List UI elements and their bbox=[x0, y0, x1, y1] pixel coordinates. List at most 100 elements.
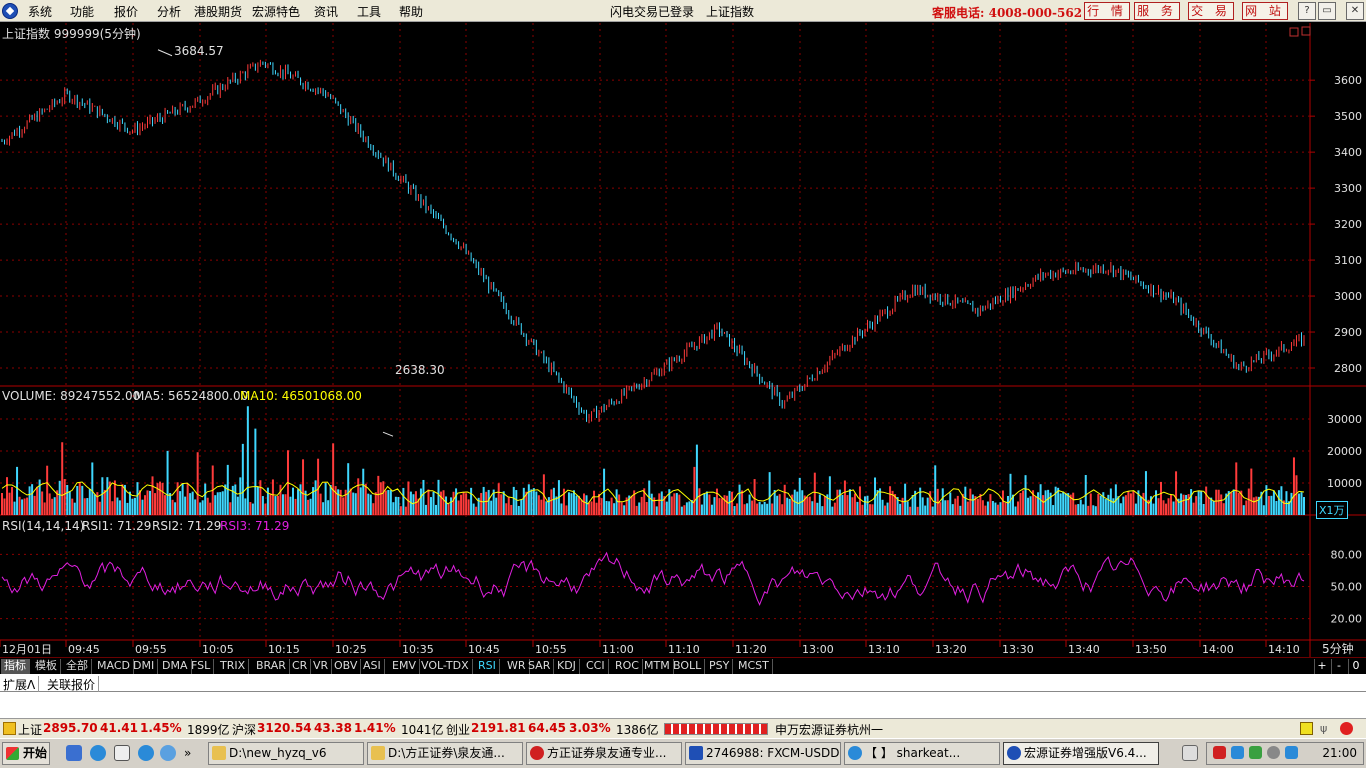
menu-help[interactable]: 帮助 bbox=[399, 3, 423, 20]
keyboard-icon[interactable] bbox=[1182, 745, 1198, 761]
task-label: 宏源证券增强版V6.4... bbox=[1024, 746, 1147, 760]
indicator-tab-18[interactable]: KDJ bbox=[554, 659, 580, 674]
tab-control-1[interactable]: - bbox=[1331, 659, 1346, 674]
indicator-tab-4[interactable]: DMI bbox=[130, 659, 159, 674]
low-label: 2638.30 bbox=[395, 363, 445, 377]
chevron-right-icon[interactable]: » bbox=[184, 745, 200, 761]
sh-amount: 1899亿 bbox=[187, 723, 230, 737]
rsi-title: RSI(14,14,14) bbox=[2, 519, 85, 533]
messenger-icon[interactable] bbox=[160, 745, 176, 761]
indicator-tab-10[interactable]: VR bbox=[310, 659, 333, 674]
z-app-icon bbox=[689, 746, 703, 760]
menu-analysis[interactable]: 分析 bbox=[157, 3, 181, 20]
quote-button[interactable]: 行 情 bbox=[1084, 2, 1130, 20]
clock: 21:00 bbox=[1322, 746, 1357, 760]
cy-pct: 3.03% bbox=[569, 721, 611, 735]
indicator-tab-12[interactable]: ASI bbox=[360, 659, 385, 674]
indicator-tab-23[interactable]: PSY bbox=[706, 659, 734, 674]
sh-label: 上证 bbox=[18, 723, 43, 737]
help-icon[interactable]: ? bbox=[1298, 2, 1316, 20]
indicator-tab-11[interactable]: OBV bbox=[331, 659, 362, 674]
indicator-tab-19[interactable]: CCI bbox=[583, 659, 609, 674]
indicator-tab-0[interactable]: 指标 bbox=[1, 659, 30, 674]
browser-icon[interactable] bbox=[138, 745, 154, 761]
task-label: 【 】 sharkeat... bbox=[865, 746, 961, 760]
task-hongyuan[interactable]: 宏源证券增强版V6.4... bbox=[1003, 742, 1159, 765]
time-tick-label: 09:55 bbox=[135, 643, 167, 656]
alert-icon[interactable] bbox=[1300, 722, 1313, 735]
minimize-icon[interactable]: ▭ bbox=[1318, 2, 1336, 20]
indicator-tab-3[interactable]: MACD bbox=[94, 659, 134, 674]
indicator-tab-24[interactable]: MCST bbox=[735, 659, 773, 674]
indicator-tab-6[interactable]: FSL bbox=[188, 659, 215, 674]
app-logo-icon[interactable] bbox=[2, 3, 18, 19]
menu-tools[interactable]: 工具 bbox=[357, 3, 381, 20]
market-breadth-bar bbox=[664, 723, 768, 735]
task-folder-new-hyzq[interactable]: D:\new_hyzq_v6 bbox=[208, 742, 364, 765]
indicator-tab-17[interactable]: SAR bbox=[525, 659, 555, 674]
flag-icon[interactable] bbox=[1213, 746, 1226, 759]
security-icon[interactable] bbox=[1249, 746, 1262, 759]
cy-value: 2191.81 bbox=[471, 721, 526, 735]
hs-value: 3120.54 bbox=[257, 721, 312, 735]
trade-button[interactable]: 交 易 bbox=[1188, 2, 1234, 20]
tab-related-quote[interactable]: 关联报价 bbox=[44, 676, 100, 693]
indicator-tab-13[interactable]: EMV bbox=[389, 659, 420, 674]
menu-hk-futures[interactable]: 港股期货 bbox=[194, 3, 242, 20]
time-tick-label: 11:00 bbox=[602, 643, 634, 656]
kline-chart[interactable]: 3600 3500 3400 3300 3200 3100 3000 2900 2800 12月0… bbox=[0, 23, 1366, 657]
menu-system[interactable]: 系统 bbox=[28, 3, 52, 20]
start-button[interactable]: 开始 bbox=[2, 742, 50, 765]
price-tick-label: 3000 bbox=[1334, 290, 1362, 303]
tab-control-0[interactable]: + bbox=[1314, 659, 1329, 674]
menu-info[interactable]: 资讯 bbox=[314, 3, 338, 20]
ie-icon[interactable] bbox=[90, 745, 106, 761]
indicator-tab-20[interactable]: ROC bbox=[612, 659, 643, 674]
volume-bars-group bbox=[1, 406, 1305, 515]
close-icon[interactable]: ✕ bbox=[1346, 2, 1364, 20]
volume-tick-label: 10000 bbox=[1327, 477, 1362, 490]
desktop-icon[interactable] bbox=[66, 745, 82, 761]
tab-control-2[interactable]: 0 bbox=[1348, 659, 1363, 674]
price-tick-label: 3200 bbox=[1334, 218, 1362, 231]
task-fangzheng-pro[interactable]: 方正证券泉友通专业... bbox=[526, 742, 682, 765]
menu-hongyuan[interactable]: 宏源特色 bbox=[252, 3, 300, 20]
sub-tabs: 扩展Λ 关联报价 bbox=[0, 674, 1366, 693]
shield-icon[interactable] bbox=[1285, 746, 1298, 759]
task-fxcm[interactable]: 2746988: FXCM-USDD... bbox=[685, 742, 841, 765]
menu-function[interactable]: 功能 bbox=[70, 3, 94, 20]
cy-change: 64.45 bbox=[528, 721, 566, 735]
tab-expand[interactable]: 扩展Λ bbox=[0, 676, 40, 693]
task-sharkeat[interactable]: 【 】 sharkeat... bbox=[844, 742, 1000, 765]
indicator-tab-2[interactable]: 全部 bbox=[63, 659, 92, 674]
ma5-label: MA5: 56524800.00 bbox=[134, 389, 249, 403]
candles-group bbox=[1, 59, 1305, 424]
hs-amount: 1041亿 bbox=[401, 723, 444, 737]
current-symbol: 上证指数 bbox=[706, 5, 755, 19]
ma10-label: MA10: 46501068.00 bbox=[240, 389, 362, 403]
website-button[interactable]: 网 站 bbox=[1242, 2, 1288, 20]
price-tick-label: 2900 bbox=[1334, 326, 1362, 339]
indicator-tab-14[interactable]: VOL-TDX bbox=[418, 659, 473, 674]
sh-change: 41.41 bbox=[100, 721, 138, 735]
menu-bar: 系统 功能 报价 分析 港股期货 宏源特色 资讯 工具 帮助 闪电交易已登录 上… bbox=[0, 0, 1366, 22]
service-button[interactable]: 服 务 bbox=[1134, 2, 1180, 20]
indicator-tab-9[interactable]: CR bbox=[289, 659, 312, 674]
indicator-tab-1[interactable]: 模板 bbox=[32, 659, 61, 674]
window-icon[interactable] bbox=[114, 745, 130, 761]
time-tick-label: 13:20 bbox=[935, 643, 967, 656]
menu-quote[interactable]: 报价 bbox=[114, 3, 138, 20]
period-label[interactable]: 5分钟 bbox=[1322, 640, 1354, 657]
indicator-tab-21[interactable]: MTM bbox=[641, 659, 674, 674]
indicator-tab-7[interactable]: TRIX bbox=[217, 659, 250, 674]
cy-amount: 1386亿 bbox=[616, 723, 659, 737]
indicator-tab-15[interactable]: RSI bbox=[475, 659, 500, 674]
task-folder-fangzheng[interactable]: D:\方正证券\泉友通... bbox=[367, 742, 523, 765]
taskbar: 开始 » D:\new_hyzq_v6 D:\方正证券\泉友通... 方正证券泉… bbox=[0, 738, 1366, 768]
volume-icon[interactable] bbox=[1267, 746, 1280, 759]
indicator-tab-8[interactable]: BRAR bbox=[253, 659, 290, 674]
indicator-tab-5[interactable]: DMA bbox=[159, 659, 192, 674]
network-icon[interactable] bbox=[1231, 746, 1244, 759]
indicator-tab-22[interactable]: BOLL bbox=[670, 659, 706, 674]
chart-area[interactable]: 3600 3500 3400 3300 3200 3100 3000 2900 2800 12月0… bbox=[0, 23, 1366, 657]
